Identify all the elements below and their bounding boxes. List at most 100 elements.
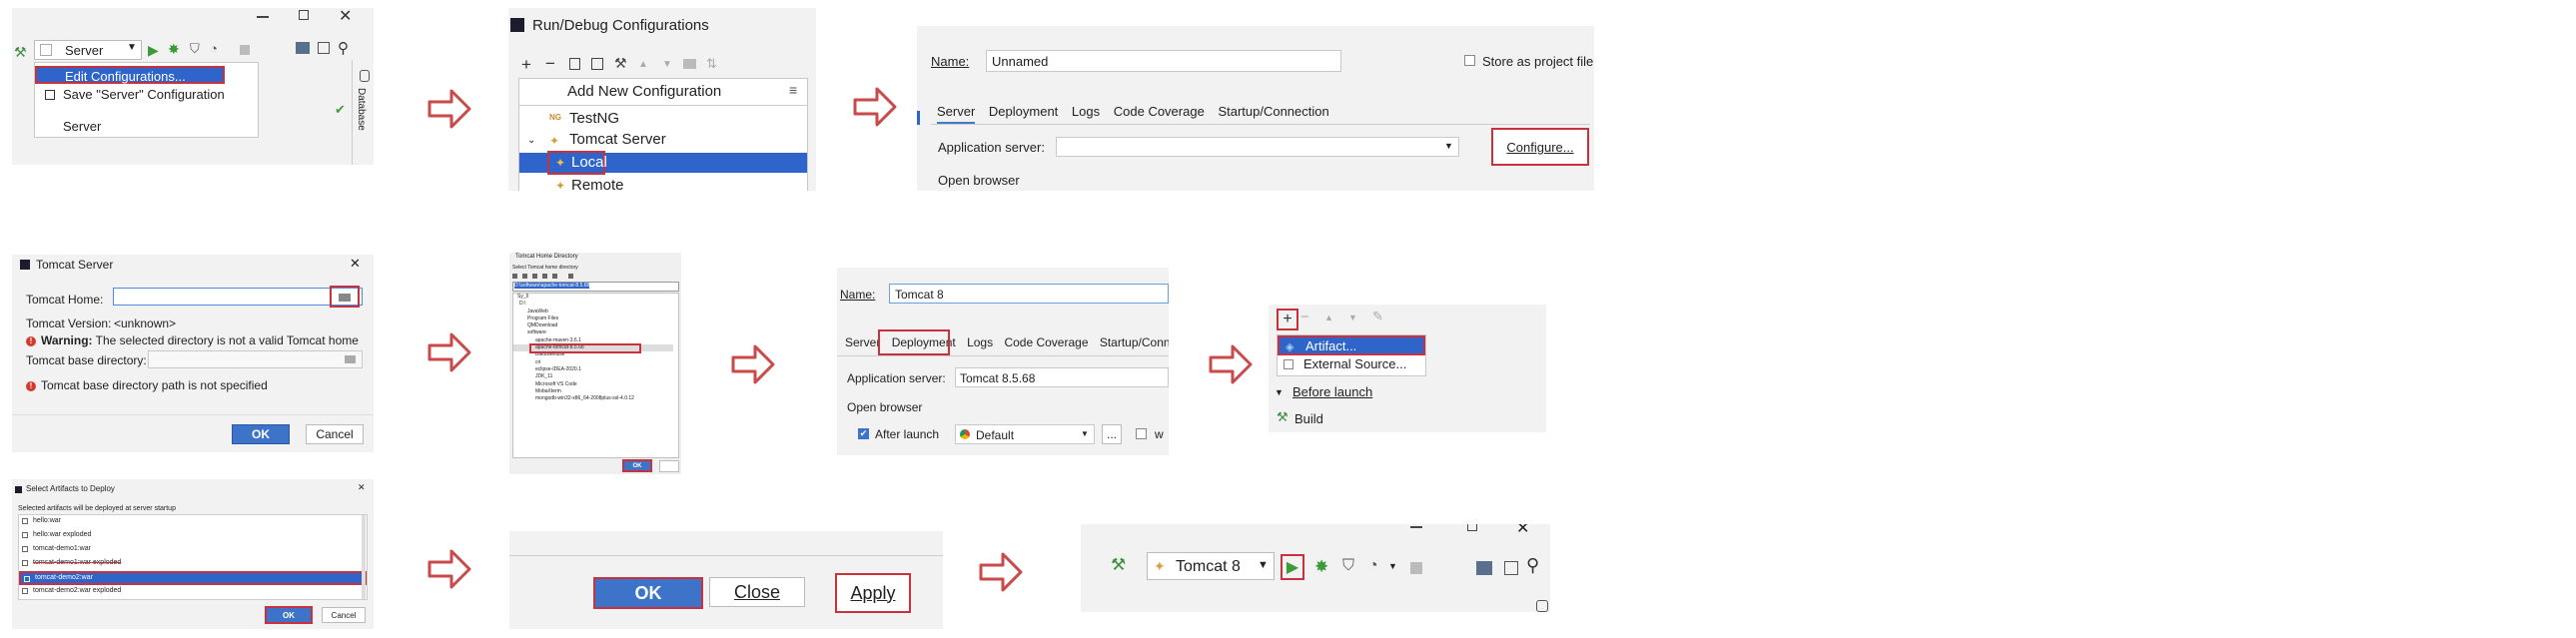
base-dir-input[interactable] (148, 350, 363, 368)
folder-icon[interactable] (683, 59, 696, 69)
tree-item-local[interactable]: Local (571, 154, 607, 171)
close-button[interactable]: Close (709, 577, 805, 607)
chevron-down-icon[interactable]: ▼ (1388, 561, 1397, 571)
wrench-icon[interactable]: ⚒ (614, 55, 627, 72)
artifact-item[interactable]: tomcat-demo2:war exploded (19, 585, 363, 599)
tab-logs[interactable]: Logs (967, 335, 993, 349)
project-structure-icon[interactable] (1476, 561, 1492, 575)
tab-logs[interactable]: Logs (1072, 104, 1100, 119)
tree-node[interactable]: Microsoft VS Code (513, 381, 673, 388)
menu-item-artifact[interactable]: ◈ Artifact... (1278, 335, 1425, 355)
expand-icon[interactable]: ⌄ (527, 135, 535, 146)
tree-item-remote[interactable]: Remote (571, 177, 624, 191)
database-tab-icon[interactable] (360, 70, 370, 82)
layout-icon[interactable] (318, 42, 330, 54)
hidden-files-icon[interactable] (568, 274, 573, 279)
edit-icon[interactable]: ✎ (1372, 309, 1383, 324)
configure-button[interactable]: Configure... (1491, 128, 1589, 166)
tab-startup-connection[interactable]: Startup/Connection (1100, 335, 1169, 349)
cancel-button[interactable]: Cancel (322, 607, 366, 623)
tree-item-testng[interactable]: TestNG (569, 110, 619, 127)
collapse-icon[interactable]: ▼ (1275, 387, 1284, 397)
tree-node[interactable]: cri (513, 359, 673, 366)
move-up-icon[interactable]: ▲ (1324, 313, 1333, 322)
tree-node[interactable]: software (513, 329, 673, 336)
search-icon[interactable]: ⚲ (1526, 555, 1539, 576)
add-button[interactable]: + (1277, 309, 1298, 330)
tab-deployment[interactable]: Deployment (989, 104, 1058, 119)
before-launch-build[interactable]: Build (1294, 411, 1323, 426)
coverage-icon[interactable]: ⛉ (190, 41, 200, 57)
debug-icon[interactable]: ✸ (1314, 557, 1328, 577)
scrollbar[interactable] (362, 515, 366, 599)
tree-node[interactable]: JavaWeb (513, 309, 673, 316)
folder-icon[interactable] (345, 355, 356, 363)
artifact-item[interactable]: tomcat-demo1:war (19, 543, 363, 557)
restore-icon[interactable] (299, 10, 309, 20)
with-js-debugger-checkbox[interactable] (1136, 428, 1147, 439)
profile-icon[interactable]: ◔ (1368, 557, 1378, 575)
run-config-selector[interactable]: ✦ Tomcat 8 ▼ (1147, 552, 1275, 580)
menu-item-save-config[interactable]: Save "Server" Configuration (63, 87, 225, 102)
ok-button[interactable]: OK (593, 577, 703, 609)
profile-icon[interactable]: ◔ (210, 41, 218, 56)
restore-icon[interactable] (1467, 524, 1477, 531)
menu-item-edit-configurations[interactable]: Edit Configurations... (35, 66, 225, 84)
tab-code-coverage[interactable]: Code Coverage (1004, 335, 1088, 349)
close-icon[interactable]: ✕ (339, 8, 352, 26)
run-config-selector[interactable]: Server ▼ (34, 40, 142, 60)
layout-icon[interactable] (1504, 561, 1518, 575)
remove-icon[interactable]: − (1300, 309, 1309, 325)
tree-node[interactable]: eclipse-IDEA-2020.1 (513, 366, 673, 373)
artifact-item[interactable]: hello:war exploded (19, 529, 363, 543)
ok-button[interactable]: OK (232, 424, 290, 444)
close-icon[interactable]: ✕ (350, 256, 361, 272)
tree-node[interactable]: JDK_11 (513, 373, 673, 380)
artifact-item[interactable]: hello:war (19, 515, 363, 529)
ok-button[interactable]: OK (265, 606, 313, 624)
after-launch-checkbox[interactable]: ✔ (858, 428, 869, 439)
new-folder-icon[interactable] (532, 274, 537, 279)
apply-button[interactable]: Apply (835, 573, 911, 613)
search-icon[interactable]: ⚲ (338, 39, 349, 57)
run-button[interactable]: ▶ (1281, 554, 1304, 580)
remove-icon[interactable]: − (545, 54, 555, 74)
close-icon[interactable]: ✕ (358, 482, 366, 493)
tab-code-coverage[interactable]: Code Coverage (1114, 104, 1205, 119)
store-checkbox[interactable] (1464, 55, 1475, 66)
tree-node[interactable]: D:\ (513, 301, 673, 308)
tree-item-tomcat-server[interactable]: Tomcat Server (569, 131, 666, 148)
menu-item-server[interactable]: Server (63, 119, 101, 134)
tab-server[interactable]: Server (937, 104, 975, 119)
tab-startup-connection[interactable]: Startup/Connection (1218, 104, 1328, 119)
run-icon[interactable]: ▶ (148, 42, 159, 59)
minimize-icon[interactable] (257, 16, 269, 18)
debug-icon[interactable]: ✸ (168, 41, 180, 58)
close-icon[interactable]: ✕ (1516, 524, 1529, 538)
tree-node[interactable]: mongodb-win32-x86_64-2008plus-ssl-4.0.12 (513, 395, 673, 402)
browser-select[interactable]: Default ▼ (955, 424, 1095, 444)
menu-item-external-source[interactable]: External Source... (1303, 356, 1406, 371)
name-input[interactable]: Tomcat 8 (889, 284, 1169, 304)
add-icon[interactable]: + (521, 55, 531, 75)
database-icon[interactable] (1536, 600, 1548, 612)
tab-server[interactable]: Server (845, 335, 880, 349)
delete-icon[interactable] (542, 274, 547, 279)
refresh-icon[interactable] (552, 274, 557, 279)
database-tab[interactable]: Database (356, 88, 367, 131)
app-server-select[interactable]: Tomcat 8.5.68 (955, 367, 1169, 387)
minimize-icon[interactable] (1410, 526, 1422, 528)
hammer-icon[interactable]: ⚒ (1111, 555, 1126, 575)
path-field[interactable]: D:\software\apache-tomcat-8.5.68 (512, 282, 679, 292)
tree-node[interactable]: QMDownload (513, 322, 673, 329)
move-down-icon[interactable]: ▼ (1348, 313, 1357, 322)
name-input[interactable]: Unnamed (986, 50, 1341, 72)
ok-button[interactable]: OK (622, 459, 652, 472)
stop-icon[interactable] (240, 45, 250, 55)
cancel-button[interactable] (659, 460, 679, 472)
tomcat-home-input[interactable] (113, 288, 363, 306)
filter-icon[interactable]: ≡ (789, 82, 797, 98)
artifact-item-selected[interactable]: tomcat-demo2:war (19, 571, 367, 585)
stop-icon[interactable] (1410, 562, 1422, 574)
sort-icon[interactable]: ⇅ (706, 56, 717, 72)
